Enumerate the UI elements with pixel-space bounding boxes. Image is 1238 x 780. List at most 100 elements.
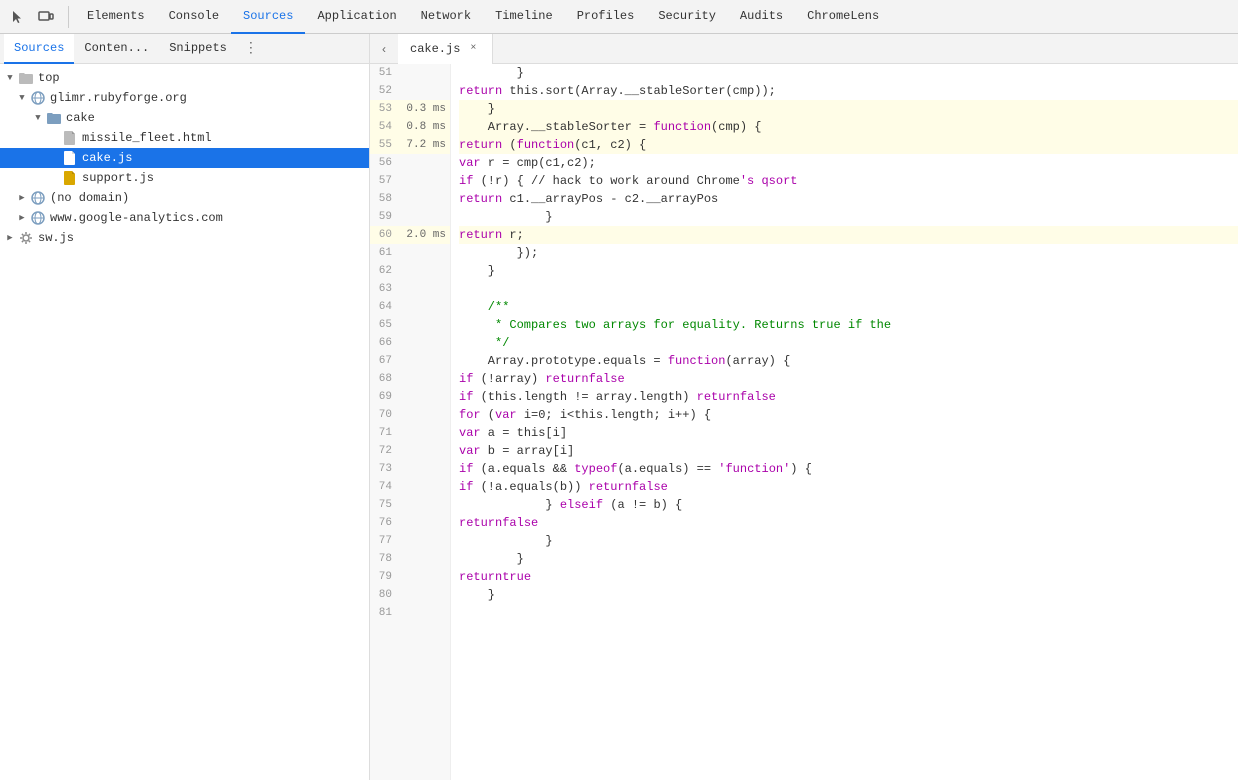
tab-network[interactable]: Network xyxy=(409,0,483,34)
file-tree: ▼ top ▼ glimr.rubyforge.org ▼ xyxy=(0,64,369,780)
code-line: Array.prototype.equals = function(array)… xyxy=(459,352,1238,370)
sub-tab-content[interactable]: Conten... xyxy=(74,34,159,64)
line-row: 76 xyxy=(370,514,450,532)
more-tabs-button[interactable]: ⋮ xyxy=(239,37,263,61)
line-row: 540.8 ms xyxy=(370,118,450,136)
domain-icon-glimr xyxy=(30,90,46,106)
line-number: 59 xyxy=(370,211,400,223)
right-panel: ‹ cake.js × 5152530.3 ms540.8 ms557.2 ms… xyxy=(370,34,1238,780)
line-row: 602.0 ms xyxy=(370,226,450,244)
tab-profiles[interactable]: Profiles xyxy=(565,0,647,34)
main-container: Sources Conten... Snippets ⋮ ▼ top ▼ gl xyxy=(0,34,1238,780)
line-number: 70 xyxy=(370,409,400,421)
device-icon[interactable] xyxy=(32,3,60,31)
code-line: var a = this[i] xyxy=(459,424,1238,442)
code-line xyxy=(459,280,1238,298)
cursor-icon[interactable] xyxy=(4,3,32,31)
code-content-column: } return this.sort(Array.__stableSorter(… xyxy=(451,64,1238,780)
line-number: 52 xyxy=(370,85,400,97)
code-line: Array.__stableSorter = function(cmp) { xyxy=(459,118,1238,136)
tree-label-support-js: support.js xyxy=(82,171,154,185)
tab-sources[interactable]: Sources xyxy=(231,0,305,34)
tree-item-top[interactable]: ▼ top xyxy=(0,68,369,88)
line-number: 53 xyxy=(370,103,400,115)
line-number: 65 xyxy=(370,319,400,331)
line-timing: 0.3 ms xyxy=(400,103,450,115)
line-row: 75 xyxy=(370,496,450,514)
line-row: 78 xyxy=(370,550,450,568)
code-line: } xyxy=(459,100,1238,118)
line-row: 70 xyxy=(370,406,450,424)
code-line: */ xyxy=(459,334,1238,352)
line-timing: 7.2 ms xyxy=(400,139,450,151)
line-row: 56 xyxy=(370,154,450,172)
code-line: return c1.__arrayPos - c2.__arrayPos xyxy=(459,190,1238,208)
code-line: } xyxy=(459,262,1238,280)
line-number: 81 xyxy=(370,607,400,619)
line-number: 56 xyxy=(370,157,400,169)
code-line: for (var i=0; i<this.length; i++) { xyxy=(459,406,1238,424)
code-line: } xyxy=(459,532,1238,550)
tree-item-missile[interactable]: ▶ missile_fleet.html xyxy=(0,128,369,148)
tree-item-no-domain[interactable]: ▶ (no domain) xyxy=(0,188,369,208)
tree-item-support-js[interactable]: ▶ support.js xyxy=(0,168,369,188)
tab-chromelens[interactable]: ChromeLens xyxy=(795,0,891,34)
code-line: if (this.length != array.length) return … xyxy=(459,388,1238,406)
code-line: var b = array[i] xyxy=(459,442,1238,460)
sub-tabs-bar: Sources Conten... Snippets ⋮ xyxy=(0,34,369,64)
file-icon-cake-js xyxy=(62,150,78,166)
line-row: 80 xyxy=(370,586,450,604)
line-row: 61 xyxy=(370,244,450,262)
line-number: 73 xyxy=(370,463,400,475)
line-number: 54 xyxy=(370,121,400,133)
line-timing: 2.0 ms xyxy=(400,229,450,241)
tab-elements[interactable]: Elements xyxy=(75,0,157,34)
code-line: * Compares two arrays for equality. Retu… xyxy=(459,316,1238,334)
tree-item-cake-folder[interactable]: ▼ cake xyxy=(0,108,369,128)
tree-arrow-google-analytics: ▶ xyxy=(16,212,28,224)
line-row: 64 xyxy=(370,298,450,316)
code-line: return r; xyxy=(459,226,1238,244)
line-number: 67 xyxy=(370,355,400,367)
editor-tab-close-button[interactable]: × xyxy=(466,42,480,56)
tree-label-sw-js: sw.js xyxy=(38,231,74,245)
tab-timeline[interactable]: Timeline xyxy=(483,0,565,34)
tree-item-glimr[interactable]: ▼ glimr.rubyforge.org xyxy=(0,88,369,108)
line-number: 66 xyxy=(370,337,400,349)
sub-tab-snippets[interactable]: Snippets xyxy=(159,34,237,64)
line-number: 57 xyxy=(370,175,400,187)
file-icon-support-js xyxy=(62,170,78,186)
line-row: 73 xyxy=(370,460,450,478)
tab-application[interactable]: Application xyxy=(305,0,408,34)
line-row: 74 xyxy=(370,478,450,496)
code-line: } xyxy=(459,208,1238,226)
navigate-back-button[interactable]: ‹ xyxy=(370,35,398,63)
folder-icon-top xyxy=(18,70,34,86)
tree-item-cake-js[interactable]: ▶ cake.js xyxy=(0,148,369,168)
line-number: 64 xyxy=(370,301,400,313)
line-number: 69 xyxy=(370,391,400,403)
tree-item-google-analytics[interactable]: ▶ www.google-analytics.com xyxy=(0,208,369,228)
nav-icon-group xyxy=(4,3,60,31)
editor-tab-cake-js[interactable]: cake.js × xyxy=(398,34,493,64)
line-row: 66 xyxy=(370,334,450,352)
tab-security[interactable]: Security xyxy=(646,0,728,34)
domain-icon-no-domain xyxy=(30,190,46,206)
line-row: 67 xyxy=(370,352,450,370)
line-row: 65 xyxy=(370,316,450,334)
line-row: 57 xyxy=(370,172,450,190)
code-line: return true xyxy=(459,568,1238,586)
sub-tab-sources[interactable]: Sources xyxy=(4,34,74,64)
code-line: } xyxy=(459,550,1238,568)
tab-audits[interactable]: Audits xyxy=(728,0,795,34)
code-editor[interactable]: 5152530.3 ms540.8 ms557.2 ms56575859602.… xyxy=(370,64,1238,780)
code-line: return this.sort(Array.__stableSorter(cm… xyxy=(459,82,1238,100)
tree-label-cake-folder: cake xyxy=(66,111,95,125)
code-line: if (!r) { // hack to work around Chrome'… xyxy=(459,172,1238,190)
line-number: 62 xyxy=(370,265,400,277)
tab-console[interactable]: Console xyxy=(157,0,231,34)
tree-arrow-top: ▼ xyxy=(4,72,16,84)
folder-icon-cake xyxy=(46,110,62,126)
tree-item-sw-js[interactable]: ▶ sw.js xyxy=(0,228,369,248)
code-line: } xyxy=(459,64,1238,82)
